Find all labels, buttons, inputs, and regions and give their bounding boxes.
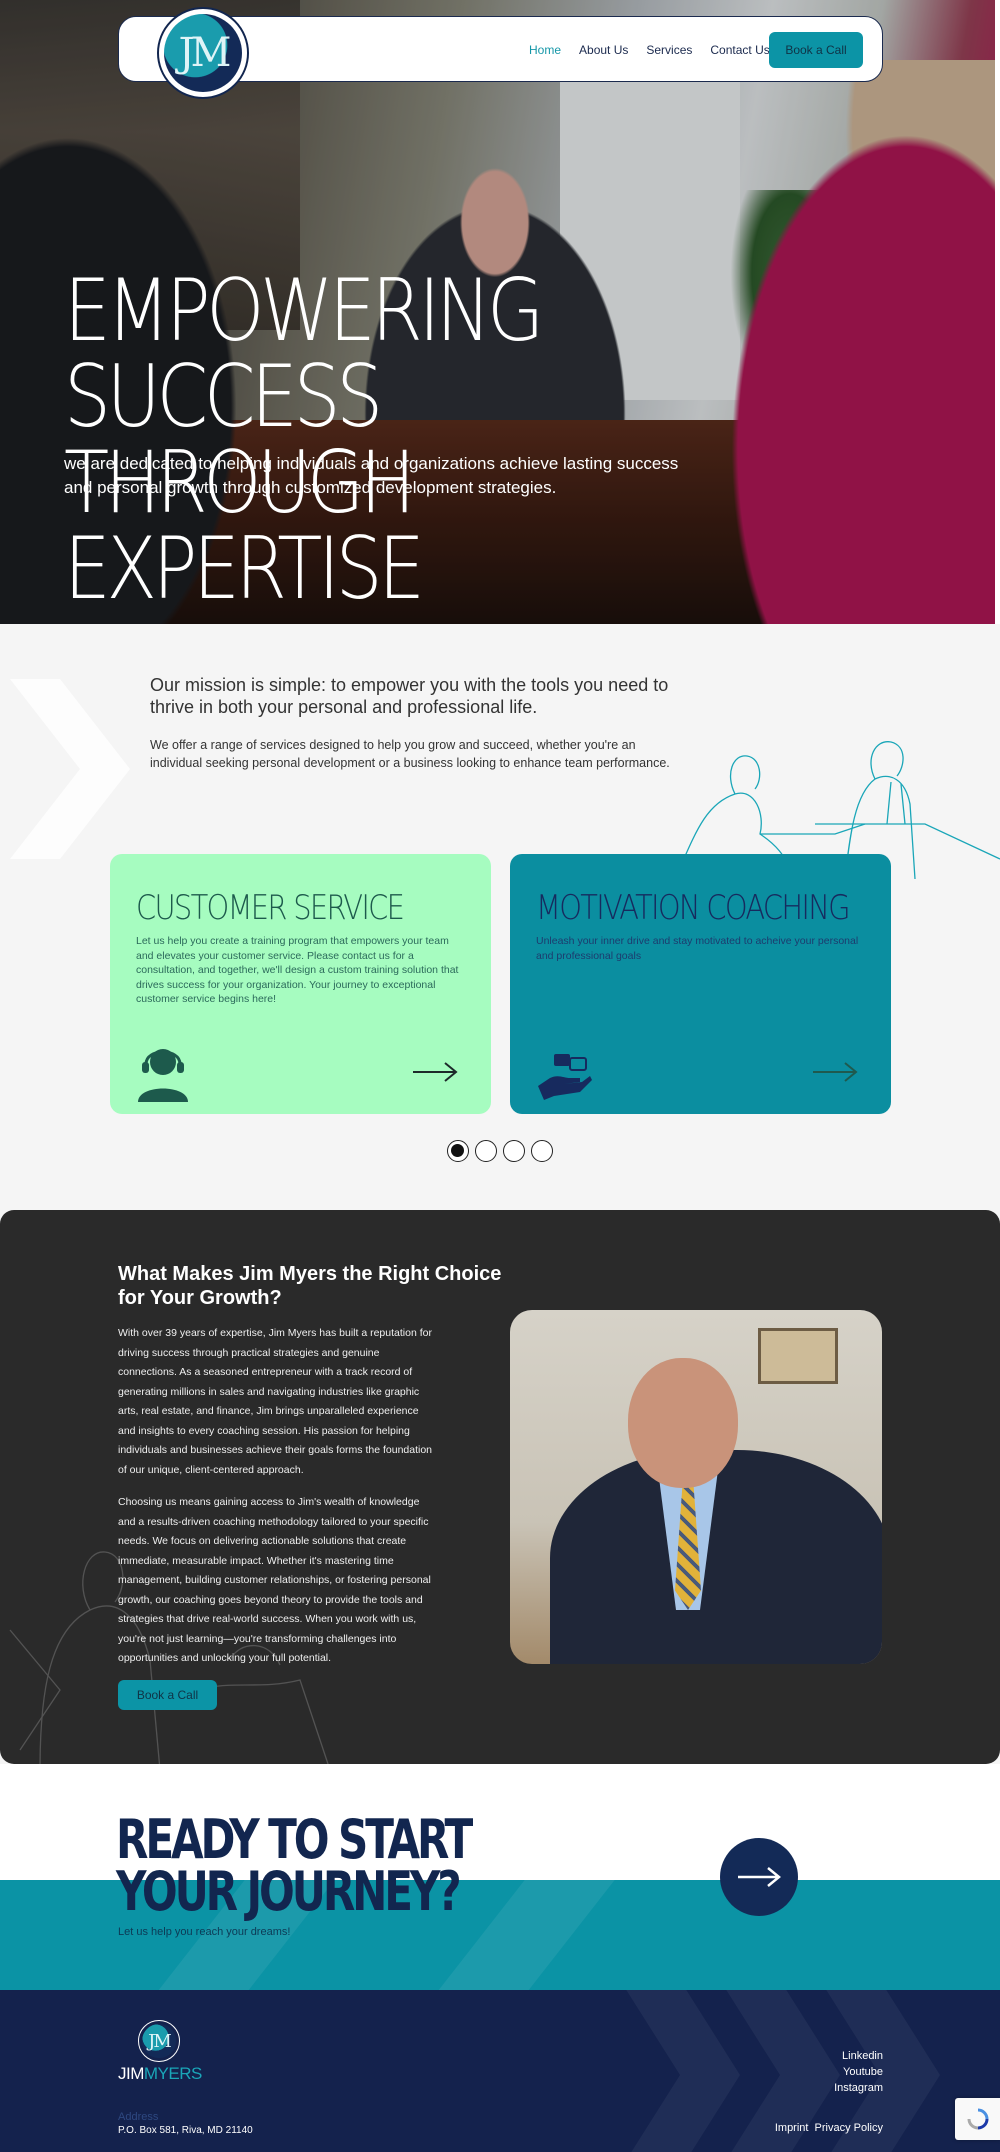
about-book-call-button[interactable]: Book a Call <box>118 1680 217 1710</box>
hero-title-line-1: EMPOWERING SUCCESS <box>64 261 544 447</box>
logo-monogram: JM <box>164 14 242 92</box>
nav-link-services[interactable]: Services <box>646 43 692 57</box>
recaptcha-badge[interactable] <box>955 2098 1000 2140</box>
linkedin-link[interactable]: Linkedin <box>834 2048 883 2064</box>
imprint-link[interactable]: Imprint <box>775 2122 809 2134</box>
cta-section: READY TO START YOUR JOURNEY? Let us help… <box>0 1764 1000 1990</box>
hand-holding-stars-icon <box>538 1054 592 1100</box>
arrow-right-icon[interactable] <box>811 1060 859 1084</box>
about-title: What Makes Jim Myers the Right Choice fo… <box>118 1263 502 1309</box>
hero-title: EMPOWERING SUCCESS THROUGH EXPERTISE <box>64 268 718 612</box>
about-paragraph-2: Choosing us means gaining access to Jim'… <box>118 1496 431 1664</box>
service-card-title: MOTIVATION COACHING <box>536 888 851 928</box>
arrow-right-icon <box>738 1867 781 1887</box>
hero-subtitle: we are dedicated to helping individuals … <box>64 454 679 497</box>
instagram-link[interactable]: Instagram <box>834 2080 883 2096</box>
service-card-text: Let us help you create a training progra… <box>136 935 459 1005</box>
recaptcha-icon <box>967 2108 988 2130</box>
carousel-dot-2[interactable] <box>475 1140 497 1162</box>
carousel-dots <box>447 1140 553 1162</box>
book-call-button[interactable]: Book a Call <box>769 32 863 68</box>
nav-link-contact-us[interactable]: Contact Us <box>710 43 769 57</box>
address-text: P.O. Box 581, Riva, MD 21140 <box>118 2125 253 2136</box>
about-body: With over 39 years of expertise, Jim Mye… <box>118 1324 438 1669</box>
portrait-head <box>628 1358 738 1488</box>
site-logo[interactable]: JM <box>157 7 249 99</box>
right-edge <box>995 0 1000 624</box>
cta-subtitle: Let us help you reach your dreams! <box>118 1926 291 1938</box>
address-label: Address <box>118 2111 159 2123</box>
portrait-wall-frame <box>758 1328 838 1384</box>
headset-agent-icon <box>138 1049 188 1102</box>
youtube-link[interactable]: Youtube <box>834 2064 883 2080</box>
about-section: What Makes Jim Myers the Right Choice fo… <box>0 1210 1000 1764</box>
about-paragraph-1: With over 39 years of expertise, Jim Mye… <box>118 1327 433 1476</box>
footer-brand-name: JIMMYERS <box>118 2064 202 2084</box>
site-footer: JM JIMMYERS Address P.O. Box 581, Riva, … <box>0 1990 1000 2152</box>
nav-links: Home About Us Services Contact Us <box>529 17 770 83</box>
service-card-text: Unleash your inner drive and stay motiva… <box>536 935 859 962</box>
social-links: Linkedin Youtube Instagram <box>834 2048 883 2096</box>
chevron-decoration <box>10 679 130 859</box>
footer-brand-last: MYERS <box>143 2064 202 2083</box>
legal-links: Imprint Privacy Policy <box>775 2122 883 2134</box>
hero-section: EMPOWERING SUCCESS THROUGH EXPERTISE we … <box>0 0 995 624</box>
cta-title-line-2: YOUR JOURNEY? <box>116 1860 462 1923</box>
service-card-title: CUSTOMER SERVICE <box>136 888 405 928</box>
service-card-motivation-coaching[interactable]: MOTIVATION COACHING Unleash your inner d… <box>510 854 891 1114</box>
nav-link-home[interactable]: Home <box>529 43 561 57</box>
footer-logo-mark: JM <box>138 2020 180 2062</box>
privacy-policy-link[interactable]: Privacy Policy <box>815 2122 883 2134</box>
jim-myers-portrait <box>510 1310 882 1664</box>
carousel-dot-3[interactable] <box>503 1140 525 1162</box>
carousel-dot-1[interactable] <box>447 1140 469 1162</box>
mission-body: We offer a range of services designed to… <box>150 738 670 770</box>
cta-title: READY TO START YOUR JOURNEY? <box>116 1813 473 1919</box>
footer-chevron <box>620 1990 740 2152</box>
mission-section: Our mission is simple: to empower you wi… <box>0 624 1000 1210</box>
arrow-right-icon[interactable] <box>411 1060 459 1084</box>
cta-arrow-button[interactable] <box>720 1838 798 1916</box>
footer-brand-first: JIM <box>118 2064 144 2083</box>
nav-link-about-us[interactable]: About Us <box>579 43 628 57</box>
footer-logo-monogram: JM <box>142 2024 176 2058</box>
footer-logo[interactable]: JM JIMMYERS <box>118 2020 218 2084</box>
mission-lead: Our mission is simple: to empower you wi… <box>150 675 669 717</box>
top-navbar: JM Home About Us Services Contact Us Boo… <box>118 7 883 99</box>
service-card-customer-service[interactable]: CUSTOMER SERVICE Let us help you create … <box>110 854 491 1114</box>
carousel-dot-4[interactable] <box>531 1140 553 1162</box>
